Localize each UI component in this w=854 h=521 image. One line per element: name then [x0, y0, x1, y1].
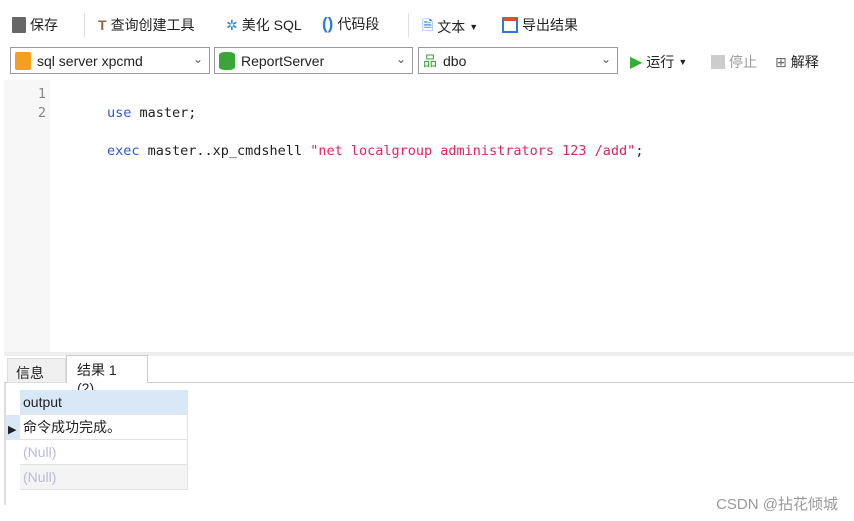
save-button[interactable]: 保存: [12, 15, 58, 35]
table-cell[interactable]: (Null): [20, 440, 188, 465]
dropdown-arrow-icon: ▼: [678, 57, 688, 67]
line-number: 1: [37, 86, 46, 102]
explain-icon: ⊞: [775, 53, 787, 70]
table-cell[interactable]: (Null): [20, 465, 188, 490]
chevron-down-icon: ⌄: [192, 52, 203, 66]
tab-result-1[interactable]: 结果 1 (2): [66, 355, 148, 396]
magic-wand-icon: ✲: [226, 16, 238, 33]
play-icon: ▶: [630, 54, 643, 71]
run-button[interactable]: ▶ 运行 ▼: [630, 52, 687, 72]
schema-select[interactable]: 品 dbo ⌄: [418, 47, 618, 74]
export-results-button[interactable]: 导出结果: [502, 15, 578, 35]
dropdown-arrow-icon: ▼: [469, 22, 479, 32]
database-select[interactable]: ReportServer ⌄: [214, 47, 413, 74]
explain-button[interactable]: ⊞ 解释: [775, 52, 819, 72]
chevron-down-icon: ⌄: [600, 52, 611, 66]
line-number: 2: [37, 105, 46, 121]
query-builder-button[interactable]: T 查询创建工具: [98, 15, 195, 35]
watermark: CSDN @拈花倾城: [716, 496, 838, 513]
parentheses-icon: (): [322, 14, 334, 33]
connection-select[interactable]: sql server xpcmd ⌄: [10, 47, 210, 74]
stop-button[interactable]: 停止: [711, 52, 757, 72]
connection-icon: [15, 51, 31, 70]
stop-icon: [711, 55, 725, 69]
beautify-sql-button[interactable]: ✲ 美化 SQL: [226, 15, 302, 35]
save-icon: [12, 17, 26, 33]
hammer-icon: T: [98, 17, 107, 33]
tab-info[interactable]: 信息: [7, 358, 66, 383]
chevron-down-icon: ⌄: [395, 52, 406, 66]
table-cell[interactable]: 命令成功完成。: [20, 415, 188, 440]
database-icon: [219, 51, 235, 70]
export-table-icon: [502, 17, 518, 33]
schema-icon: 品: [423, 52, 437, 69]
column-header-output[interactable]: output: [20, 390, 188, 415]
text-button[interactable]: 🗎 文本 ▼: [422, 15, 478, 39]
code-snippet-button[interactable]: () 代码段: [322, 14, 379, 34]
sql-editor[interactable]: use master; exec master..xp_cmdshell "ne…: [107, 85, 643, 161]
row-indicator-icon: ▶: [6, 415, 20, 440]
document-icon: 🗎: [422, 17, 434, 33]
editor-gutter: 1 2: [4, 80, 50, 352]
